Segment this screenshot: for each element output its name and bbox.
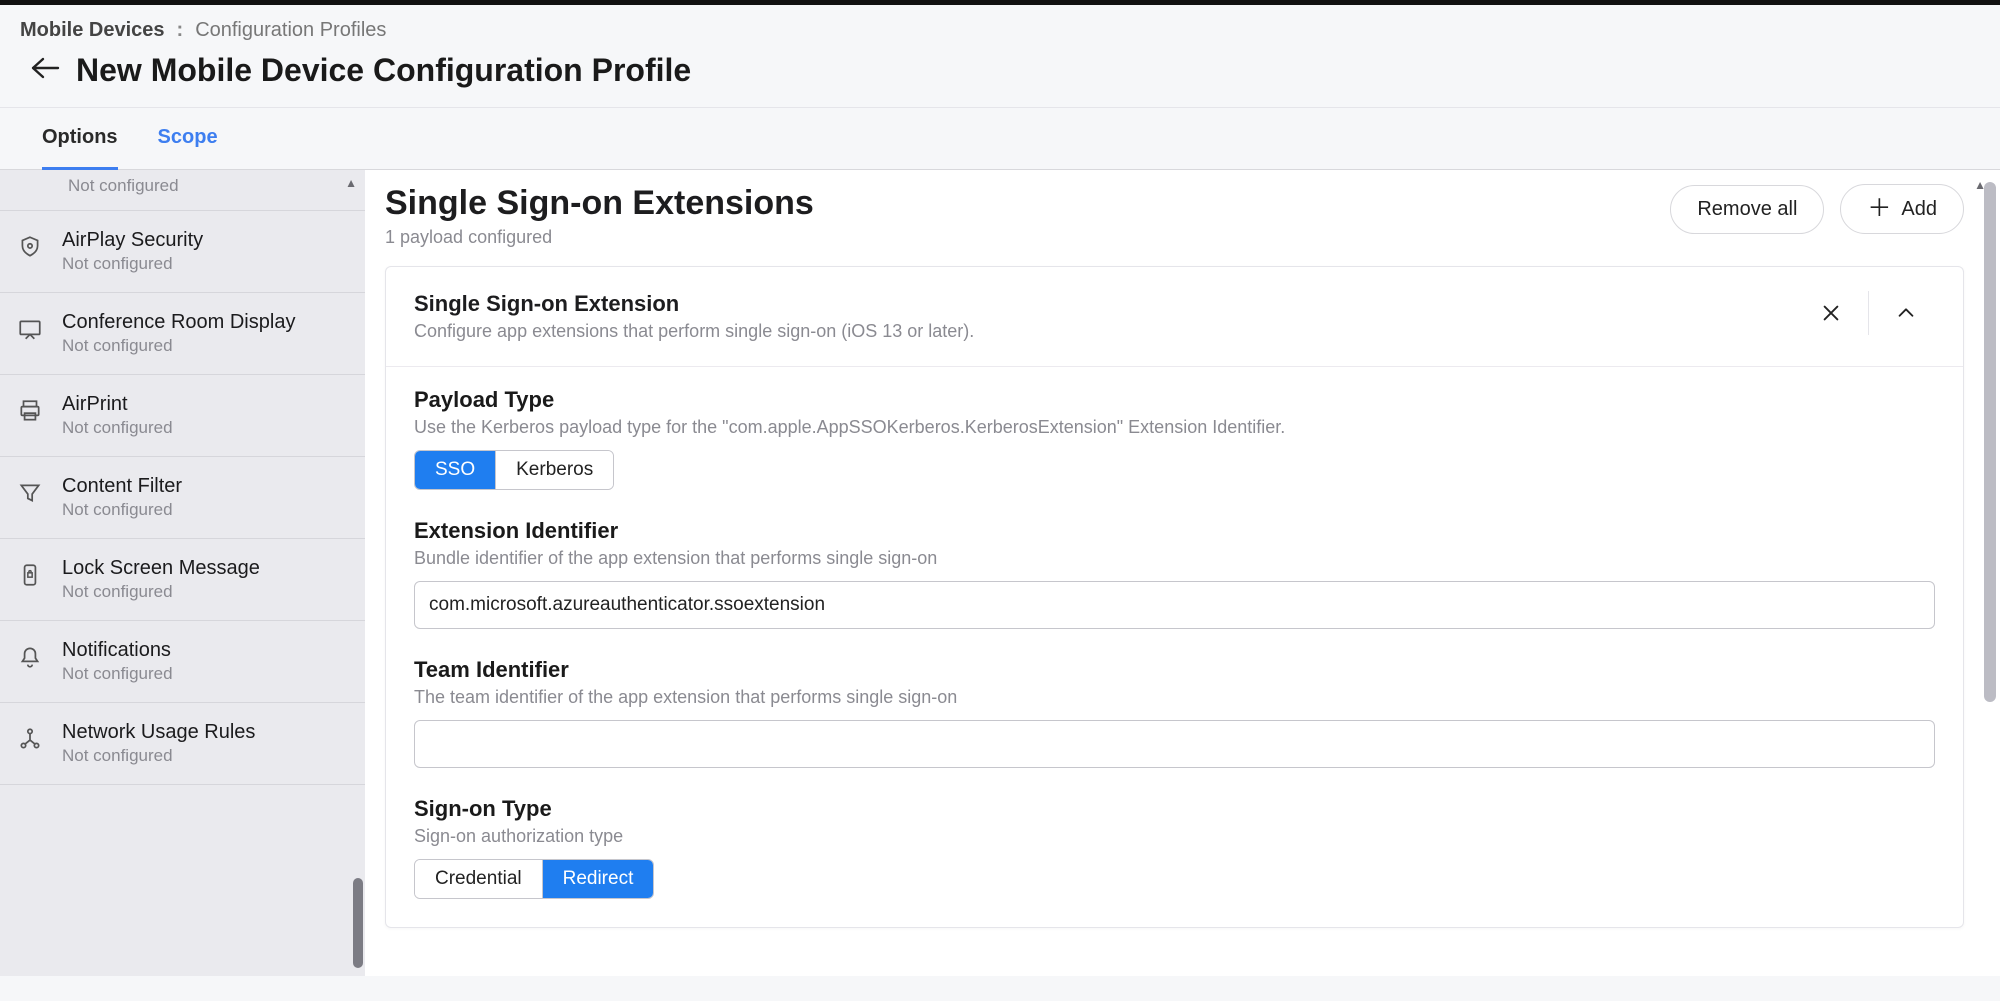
plus-icon: ＋ (1867, 197, 1891, 221)
sidebar-item-content-filter[interactable]: Content Filter Not configured (0, 457, 365, 539)
sidebar-item-airplay-security[interactable]: AirPlay Security Not configured (0, 211, 365, 293)
main-panel[interactable]: ▲ Single Sign-on Extensions 1 payload co… (365, 170, 2000, 976)
network-icon (16, 725, 44, 753)
header: Mobile Devices : Configuration Profiles … (0, 5, 2000, 108)
card-body: Payload Type Use the Kerberos payload ty… (386, 367, 1963, 927)
payload-type-sso-button[interactable]: SSO (415, 451, 496, 489)
collapse-icon[interactable] (1877, 291, 1935, 335)
sidebar-scrollbar[interactable] (353, 878, 363, 968)
signon-type-redirect-button[interactable]: Redirect (543, 860, 654, 898)
sidebar-item-fragment[interactable]: Not configured (0, 170, 365, 211)
tab-scope[interactable]: Scope (158, 108, 218, 169)
breadcrumb-separator: : (177, 19, 184, 42)
card-header: Single Sign-on Extension Configure app e… (386, 267, 1963, 367)
content-area: ▲ Not configured AirPlay Security Not co… (0, 170, 2000, 976)
card-subtitle: Configure app extensions that perform si… (414, 321, 974, 342)
sidebar-item-label: Network Usage Rules (62, 721, 255, 744)
remove-all-button[interactable]: Remove all (1670, 185, 1824, 234)
divider (1868, 291, 1869, 335)
main-header: Single Sign-on Extensions 1 payload conf… (385, 170, 1964, 262)
payload-type-kerberos-button[interactable]: Kerberos (496, 451, 613, 489)
page-title: New Mobile Device Configuration Profile (76, 52, 691, 89)
team-identifier-input[interactable] (414, 720, 1935, 768)
breadcrumb-leaf[interactable]: Configuration Profiles (195, 19, 386, 42)
filter-icon (16, 479, 44, 507)
main-heading: Single Sign-on Extensions (385, 184, 814, 223)
field-payload-type: Payload Type Use the Kerberos payload ty… (414, 387, 1935, 490)
title-row: New Mobile Device Configuration Profile (0, 42, 2000, 107)
sidebar-item-notifications[interactable]: Notifications Not configured (0, 621, 365, 703)
sidebar-item-airprint[interactable]: AirPrint Not configured (0, 375, 365, 457)
field-desc: Use the Kerberos payload type for the "c… (414, 417, 1935, 438)
signon-type-segmented: Credential Redirect (414, 859, 654, 899)
sidebar-item-conference-room-display[interactable]: Conference Room Display Not configured (0, 293, 365, 375)
field-label: Extension Identifier (414, 518, 1935, 544)
back-arrow-icon[interactable] (30, 56, 60, 85)
sidebar-item-label: AirPlay Security (62, 229, 203, 252)
main-scrollbar[interactable] (1984, 182, 1996, 702)
tab-options[interactable]: Options (42, 108, 118, 170)
display-icon (16, 315, 44, 343)
extension-identifier-input[interactable] (414, 581, 1935, 629)
add-button[interactable]: ＋Add (1840, 184, 1964, 234)
payload-type-segmented: SSO Kerberos (414, 450, 614, 490)
sidebar-item-sub: Not configured (62, 664, 173, 684)
sidebar[interactable]: ▲ Not configured AirPlay Security Not co… (0, 170, 365, 976)
signon-type-credential-button[interactable]: Credential (415, 860, 543, 898)
sidebar-item-sub: Not configured (68, 176, 347, 196)
field-desc: The team identifier of the app extension… (414, 687, 1935, 708)
sidebar-item-sub: Not configured (62, 254, 203, 274)
sidebar-item-label: Notifications (62, 639, 173, 662)
field-signon-type: Sign-on Type Sign-on authorization type … (414, 796, 1935, 899)
airplay-shield-icon (16, 233, 44, 261)
tabs-bar: Options Scope (0, 108, 2000, 170)
sidebar-item-lock-screen-message[interactable]: Lock Screen Message Not configured (0, 539, 365, 621)
sidebar-item-label: AirPrint (62, 393, 173, 416)
field-label: Sign-on Type (414, 796, 1935, 822)
sidebar-item-label: Content Filter (62, 475, 182, 498)
sidebar-item-label: Conference Room Display (62, 311, 295, 334)
main-subheading: 1 payload configured (385, 227, 814, 248)
breadcrumb: Mobile Devices : Configuration Profiles (0, 5, 2000, 42)
sidebar-item-sub: Not configured (62, 500, 182, 520)
card-title: Single Sign-on Extension (414, 291, 974, 317)
field-extension-identifier: Extension Identifier Bundle identifier o… (414, 518, 1935, 629)
field-desc: Sign-on authorization type (414, 826, 1935, 847)
field-desc: Bundle identifier of the app extension t… (414, 548, 1935, 569)
sidebar-scroll-up-icon[interactable]: ▲ (345, 176, 357, 190)
printer-icon (16, 397, 44, 425)
sidebar-item-sub: Not configured (62, 336, 295, 356)
field-label: Team Identifier (414, 657, 1935, 683)
payload-card: Single Sign-on Extension Configure app e… (385, 266, 1964, 928)
sidebar-item-sub: Not configured (62, 418, 173, 438)
sidebar-item-label: Lock Screen Message (62, 557, 260, 580)
close-icon[interactable] (1802, 291, 1860, 335)
sidebar-item-sub: Not configured (62, 746, 255, 766)
bell-icon (16, 643, 44, 671)
lock-phone-icon (16, 561, 44, 589)
sidebar-item-network-usage-rules[interactable]: Network Usage Rules Not configured (0, 703, 365, 785)
sidebar-item-sub: Not configured (62, 582, 260, 602)
field-label: Payload Type (414, 387, 1935, 413)
field-team-identifier: Team Identifier The team identifier of t… (414, 657, 1935, 768)
breadcrumb-root[interactable]: Mobile Devices (20, 19, 165, 42)
